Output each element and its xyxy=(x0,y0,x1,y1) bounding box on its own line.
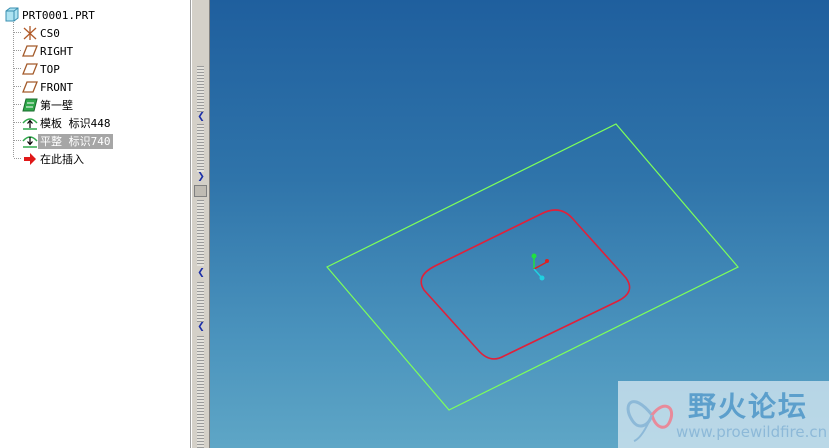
insert-here-arrow-icon xyxy=(24,153,36,165)
tree-item-label: FRONT xyxy=(40,80,74,94)
splitter-track xyxy=(197,124,204,172)
tree-item-label: 在此插入 xyxy=(40,152,84,166)
tree-item-first-wall[interactable]: 第一壁 xyxy=(22,96,75,114)
tree-item-cs0[interactable]: CS0 xyxy=(22,24,62,42)
tree-item-label: CS0 xyxy=(40,26,60,40)
splitter-track xyxy=(197,66,204,112)
collapse-left-arrow-icon[interactable]: ❮ xyxy=(197,268,205,278)
tree-item-label: 第一壁 xyxy=(40,98,73,112)
butterfly-logo-icon xyxy=(626,400,673,442)
expand-right-arrow-icon[interactable]: ❯ xyxy=(197,172,205,182)
splitter-track xyxy=(197,200,204,266)
tree-item-label: RIGHT xyxy=(40,44,74,58)
coordinate-system-triad xyxy=(531,253,549,281)
form-feature-icon xyxy=(22,118,38,130)
collapse-left-arrow-icon[interactable]: ❮ xyxy=(197,112,205,122)
tree-item-front-plane[interactable]: FRONT xyxy=(22,78,75,96)
watermark-title: 野火论坛 xyxy=(688,390,809,423)
datum-plane-icon xyxy=(22,81,38,93)
coordinate-system-icon xyxy=(23,26,37,40)
splitter-track xyxy=(197,336,204,448)
tree-item-top-plane[interactable]: TOP xyxy=(22,60,62,78)
model-tree-panel: PRT0001.PRT CS0 RIGHT TOP FRONT 第一壁 模板 标… xyxy=(0,0,191,448)
forum-watermark: 野火论坛 www.proewildfire.cn xyxy=(618,381,829,448)
datum-plane-icon xyxy=(22,63,38,75)
tree-item-label: PRT0001.PRT xyxy=(22,8,95,22)
tree-item-label: 模板 标识448 xyxy=(40,116,111,130)
panel-splitter[interactable]: ❮ ❯ ❮ ❮ xyxy=(191,0,210,448)
tree-item-label: TOP xyxy=(40,62,60,76)
collapse-left-arrow-icon[interactable]: ❮ xyxy=(197,322,205,332)
part-icon xyxy=(5,7,19,22)
tree-item-form-feature[interactable]: 模板 标识448 xyxy=(22,114,113,132)
tree-item-insert-here[interactable]: 在此插入 xyxy=(22,150,86,168)
tree-item-flatten-feature[interactable]: 平整 标识740 xyxy=(22,132,113,150)
splitter-grip[interactable] xyxy=(194,185,207,197)
flatten-feature-icon xyxy=(22,136,38,148)
first-wall-icon xyxy=(22,98,38,112)
tree-item-right-plane[interactable]: RIGHT xyxy=(22,42,75,60)
tree-item-label: 平整 标识740 xyxy=(38,133,113,149)
watermark-url: www.proewildfire.cn xyxy=(676,423,828,441)
datum-plane-icon xyxy=(22,45,38,57)
tree-item-part[interactable]: PRT0001.PRT xyxy=(4,6,97,24)
splitter-track xyxy=(197,282,204,322)
sheet-outer-edge xyxy=(326,123,739,411)
